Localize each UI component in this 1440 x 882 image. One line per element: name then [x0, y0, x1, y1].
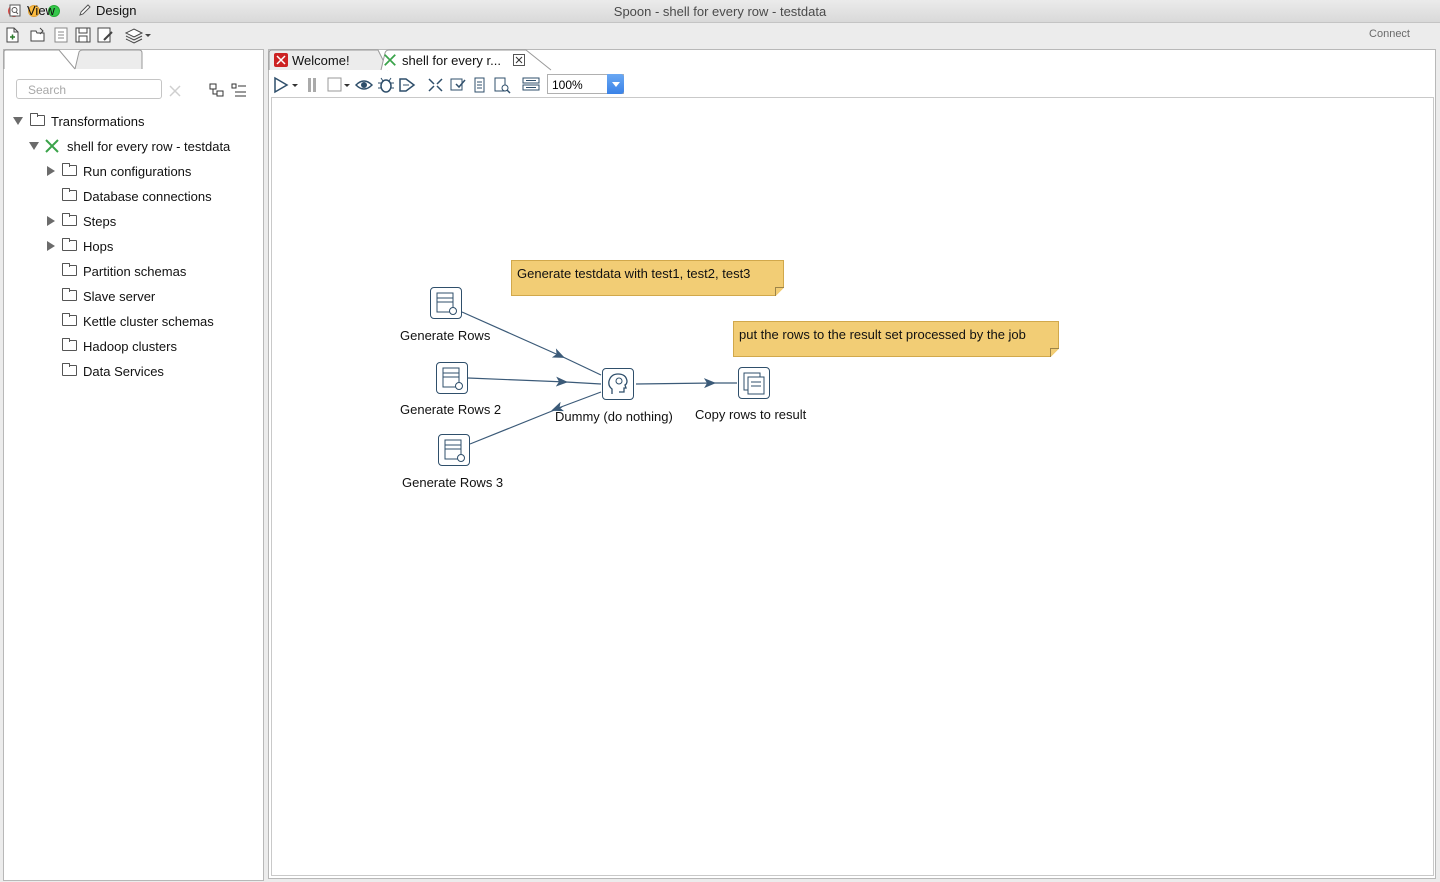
step-copy-rows-to-result[interactable] — [738, 367, 770, 399]
step-copy-rows-to-result-label: Copy rows to result — [695, 407, 807, 422]
tree-item-run-configurations[interactable]: Run configurations — [44, 161, 254, 181]
zoom-dropdown-chevron-icon[interactable] — [607, 74, 624, 94]
tree-item-partition-schemas[interactable]: Partition schemas — [44, 261, 254, 281]
dummy-head-icon — [608, 373, 628, 394]
tree-item-label: Slave server — [83, 289, 156, 304]
tree-item-hops[interactable]: Hops — [44, 236, 254, 256]
note-text: Generate testdata with test1, test2, tes… — [517, 266, 751, 281]
zoom-select[interactable]: 100% — [547, 74, 624, 94]
tree-item-label: Kettle cluster schemas — [83, 314, 214, 329]
folder-icon — [62, 213, 77, 226]
explore-repository-icon[interactable] — [52, 26, 70, 44]
stop-icon[interactable] — [326, 75, 352, 95]
tree-item-label: Hops — [83, 239, 114, 254]
zoom-value: 100% — [552, 78, 583, 92]
tree-item-kettle-cluster-schemas[interactable]: Kettle cluster schemas — [44, 311, 254, 331]
tree-item-label: Data Services — [83, 364, 164, 379]
tree-item-label: Steps — [83, 214, 117, 229]
copy-rows-icon — [743, 372, 765, 395]
folder-icon — [62, 263, 77, 276]
expand-arrow-icon[interactable] — [47, 216, 55, 226]
step-generate-rows-label: Generate Rows — [400, 328, 491, 343]
step-dummy[interactable] — [602, 368, 634, 400]
replay-icon[interactable] — [398, 75, 416, 95]
tree-item-hadoop-clusters[interactable]: Hadoop clusters — [44, 336, 254, 356]
tree-transformations[interactable]: Transformations — [12, 111, 252, 131]
collapse-arrow-icon[interactable] — [29, 142, 39, 150]
tab-view-label: View — [27, 3, 55, 18]
tree-item-label: Hadoop clusters — [83, 339, 177, 354]
step-generate-rows-3[interactable] — [438, 434, 470, 466]
left-tabs-frame — [3, 49, 143, 70]
perspective-layers-icon[interactable] — [124, 26, 152, 44]
title-bar: Spoon - shell for every row - testdata — [0, 0, 1440, 23]
tab-design-label: Design — [96, 3, 137, 18]
tree-item-slave-server[interactable]: Slave server — [44, 286, 254, 306]
new-file-icon[interactable] — [3, 26, 21, 44]
folder-icon — [62, 363, 77, 376]
expand-arrow-icon[interactable] — [47, 166, 55, 176]
connect-button[interactable]: Connect — [1369, 28, 1410, 40]
step-generate-rows-2[interactable] — [436, 362, 468, 394]
save-as-icon[interactable] — [96, 26, 114, 44]
open-file-icon[interactable] — [29, 26, 47, 44]
tab-transformation[interactable]: shell for every r... — [383, 49, 533, 71]
step-generate-rows-3-label: Generate Rows 3 — [402, 475, 504, 490]
tab-welcome-label: Welcome! — [292, 53, 350, 68]
tree-transformations-label: Transformations — [51, 114, 145, 129]
tab-welcome[interactable]: Welcome! — [270, 49, 380, 71]
tab-design[interactable]: Design — [76, 0, 142, 20]
view-tab-icon — [9, 4, 21, 17]
folder-icon — [62, 288, 77, 301]
tree-item-label: Run configurations — [83, 164, 192, 179]
tab-view[interactable]: View — [8, 0, 70, 20]
tree-transformation-label: shell for every row - testdata — [67, 139, 231, 154]
step-generate-rows-2-label: Generate Rows 2 — [400, 402, 502, 417]
preview-eye-icon[interactable] — [355, 75, 373, 95]
pause-icon[interactable] — [304, 75, 320, 95]
tree-item-database-connections[interactable]: Database connections — [44, 186, 254, 206]
generate-rows-icon — [442, 367, 463, 390]
search-input[interactable]: Search — [16, 79, 162, 99]
folder-icon — [62, 313, 77, 326]
run-icon[interactable] — [273, 75, 301, 95]
sql-icon[interactable] — [471, 75, 489, 95]
impact-analysis-icon[interactable] — [449, 75, 467, 95]
show-results-icon[interactable] — [521, 75, 541, 95]
collapse-all-icon[interactable] — [230, 82, 248, 98]
folder-icon — [62, 188, 77, 201]
transformation-icon — [384, 54, 396, 66]
note-generate-testdata[interactable]: Generate testdata with test1, test2, tes… — [511, 260, 784, 296]
step-generate-rows[interactable] — [430, 287, 462, 319]
expand-arrow-icon[interactable] — [47, 241, 55, 251]
pencil-icon — [79, 4, 91, 16]
tree-item-label: Partition schemas — [83, 264, 187, 279]
debug-bug-icon[interactable] — [377, 75, 395, 95]
folder-icon — [62, 338, 77, 351]
note-result-set[interactable]: put the rows to the result set processed… — [733, 321, 1059, 357]
transformation-icon — [45, 139, 59, 153]
tab-transformation-label: shell for every r... — [402, 53, 501, 68]
collapse-arrow-icon[interactable] — [13, 117, 23, 125]
folder-icon — [62, 163, 77, 176]
main-toolbar: Connect — [0, 23, 1440, 47]
close-tab-icon[interactable] — [513, 54, 525, 66]
generate-rows-icon — [436, 292, 457, 315]
expand-all-icon[interactable] — [208, 82, 226, 98]
generate-rows-icon — [444, 439, 465, 462]
step-dummy-label: Dummy (do nothing) — [555, 409, 673, 424]
save-icon[interactable] — [74, 26, 92, 44]
tree-transformation-item[interactable]: shell for every row - testdata — [28, 136, 258, 156]
folder-icon — [62, 238, 77, 251]
explore-db-icon[interactable] — [493, 75, 511, 95]
folder-icon — [30, 113, 45, 126]
tree-item-data-services[interactable]: Data Services — [44, 361, 254, 381]
tree-item-label: Database connections — [83, 189, 212, 204]
pentaho-welcome-icon — [274, 53, 288, 67]
window-title: Spoon - shell for every row - testdata — [613, 4, 827, 19]
clear-search-icon[interactable] — [168, 84, 182, 98]
verify-icon[interactable] — [427, 75, 445, 95]
tree-item-steps[interactable]: Steps — [44, 211, 254, 231]
note-text: put the rows to the result set processed… — [739, 327, 1026, 342]
